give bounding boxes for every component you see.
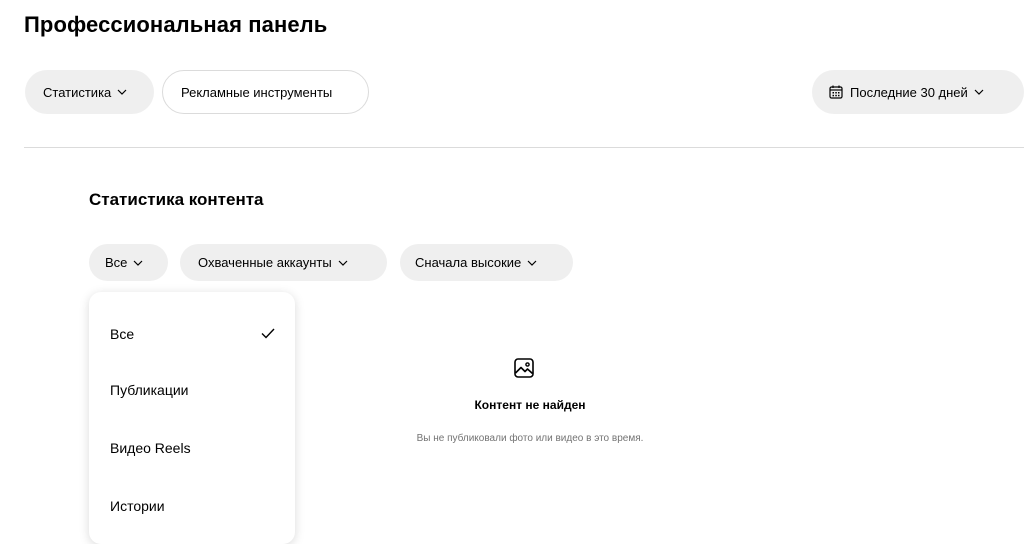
metric-filter[interactable]: Охваченные аккаунты (180, 244, 387, 281)
empty-state-subtitle: Вы не публиковали фото или видео в это в… (416, 433, 644, 444)
chevron-down-icon (974, 89, 984, 95)
dropdown-item-posts[interactable]: Публикации (89, 370, 295, 410)
stats-dropdown-label: Статистика (43, 84, 112, 100)
professional-dashboard: Профессиональная панель Статистика Рекла… (0, 0, 1024, 544)
image-icon (513, 357, 535, 384)
dropdown-item-stories[interactable]: Истории (89, 486, 295, 526)
chevron-down-icon (117, 89, 127, 95)
chevron-down-icon (133, 260, 143, 266)
sort-filter-label: Сначала высокие (415, 255, 522, 270)
dropdown-item-label: Публикации (110, 382, 189, 398)
date-range-button[interactable]: Последние 30 дней (812, 70, 1024, 114)
content-type-filter[interactable]: Все (89, 244, 168, 281)
page-title: Профессиональная панель (24, 12, 328, 37)
empty-state-title: Контент не найден (474, 398, 586, 412)
content-type-dropdown-menu: Все Публикации Видео Reels Истории (89, 292, 295, 544)
calendar-icon (829, 85, 843, 99)
dropdown-item-label: Видео Reels (110, 440, 191, 456)
section-title: Статистика контента (89, 190, 264, 209)
dropdown-item-reels[interactable]: Видео Reels (89, 428, 295, 468)
stats-dropdown-button[interactable]: Статистика (25, 70, 154, 114)
ad-tools-button[interactable]: Рекламные инструменты (162, 70, 369, 114)
dropdown-item-all[interactable]: Все (89, 314, 295, 354)
ad-tools-label: Рекламные инструменты (181, 84, 333, 100)
metric-filter-label: Охваченные аккаунты (198, 255, 332, 270)
content-type-filter-label: Все (105, 255, 128, 270)
dropdown-item-label: Истории (110, 498, 165, 514)
header-divider (24, 147, 1024, 148)
chevron-down-icon (338, 260, 348, 266)
date-range-label: Последние 30 дней (850, 84, 968, 100)
chevron-down-icon (527, 260, 537, 266)
sort-filter[interactable]: Сначала высокие (400, 244, 573, 281)
checkmark-icon (261, 326, 275, 342)
dropdown-item-label: Все (110, 326, 135, 342)
